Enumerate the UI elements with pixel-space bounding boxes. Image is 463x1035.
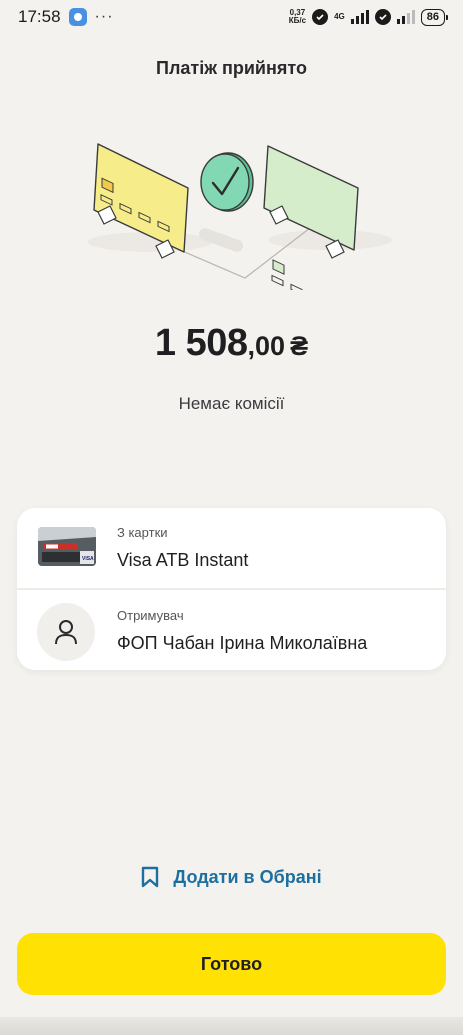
payment-success-illustration — [88, 143, 392, 290]
currency-symbol: ₴ — [290, 331, 309, 361]
source-card-name: Visa ATB Instant — [117, 550, 249, 570]
recipient-avatar — [37, 603, 95, 661]
destination-card-graphic — [263, 145, 359, 290]
system-navigation-bar — [0, 1017, 463, 1035]
amount-decimal: ,00 — [247, 331, 286, 361]
recipient-name: ФОП Чабан Ірина Миколаївна — [117, 633, 368, 653]
commission-text: Немає комісії — [178, 394, 285, 413]
payment-amount: 1 508,00 ₴ — [0, 322, 463, 365]
page-title: Платіж прийнято — [156, 58, 307, 78]
amount-integer: 1 508 — [154, 322, 248, 364]
signal-strength-secondary-icon — [396, 10, 415, 24]
done-button[interactable]: Готово — [17, 933, 446, 995]
add-to-favorites-button[interactable]: Додати в Обрані — [0, 866, 463, 888]
check-circle-icon — [374, 9, 391, 25]
person-icon — [55, 620, 77, 645]
source-card-label: З картки — [117, 525, 168, 540]
svg-text:VISA: VISA — [82, 556, 94, 562]
bookmark-icon — [142, 866, 159, 888]
network-speed-unit: КБ/с — [288, 16, 307, 25]
checkmark-icon — [200, 152, 254, 212]
card-thumbnail: VISA — [38, 527, 96, 566]
status-bar: 17:58 ··· 0,37 КБ/с 4G 86 — [0, 0, 463, 34]
source-card-row[interactable]: VISA З картки Visa ATB Instant — [17, 508, 446, 588]
payment-details-card: VISA З картки Visa ATB Instant Отримувач… — [17, 508, 446, 670]
add-to-favorites-label: Додати в Обрані — [173, 866, 322, 887]
signal-strength-icon — [350, 10, 369, 24]
status-time: 17:58 — [18, 7, 61, 26]
network-type: 4G — [334, 12, 345, 21]
battery-icon: 86 — [420, 8, 449, 26]
recipient-label: Отримувач — [117, 608, 184, 623]
network-speed: 0,37 КБ/с — [289, 9, 306, 25]
recipient-row[interactable]: Отримувач ФОП Чабан Ірина Миколаївна — [17, 590, 446, 670]
more-notifications-icon: ··· — [94, 8, 114, 25]
check-circle-icon — [312, 9, 329, 25]
app-notification-icon — [68, 8, 87, 26]
